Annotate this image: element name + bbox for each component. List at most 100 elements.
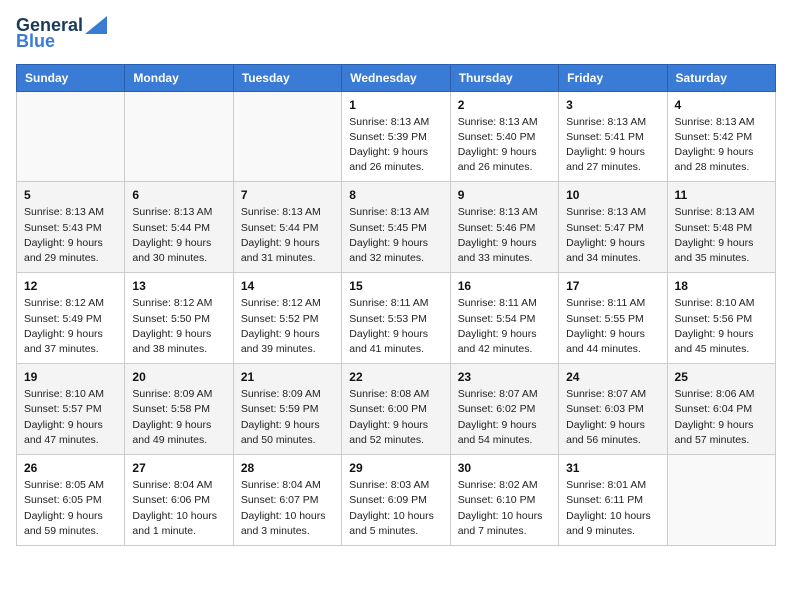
day-info: Sunrise: 8:13 AM Sunset: 5:40 PM Dayligh… <box>458 115 551 176</box>
day-number: 1 <box>349 98 442 112</box>
day-number: 9 <box>458 188 551 202</box>
day-number: 23 <box>458 370 551 384</box>
calendar-cell: 1Sunrise: 8:13 AM Sunset: 5:39 PM Daylig… <box>342 91 450 182</box>
day-info: Sunrise: 8:07 AM Sunset: 6:02 PM Dayligh… <box>458 387 551 448</box>
day-header-saturday: Saturday <box>667 64 775 91</box>
day-number: 18 <box>675 279 768 293</box>
day-number: 24 <box>566 370 659 384</box>
calendar-cell: 10 Sunrise: 8:13 AM Sunset: 5:47 PM Dayli… <box>559 182 667 273</box>
day-info: Sunrise: 8:13 AM Sunset: 5:42 PM Dayligh… <box>675 115 768 176</box>
day-number: 12 <box>24 279 117 293</box>
calendar-week-row: 12 Sunrise: 8:12 AM Sunset: 5:49 PM Dayli… <box>17 273 776 364</box>
day-header-tuesday: Tuesday <box>233 64 341 91</box>
day-info: Sunrise: 8:12 AM Sunset: 5:50 PM Dayligh… <box>132 296 225 357</box>
day-info: Sunrise: 8:13 AM Sunset: 5:47 PM Dayligh… <box>566 205 659 266</box>
calendar-cell <box>17 91 125 182</box>
calendar-cell: 22Sunrise: 8:08 AM Sunset: 6:00 PM Dayli… <box>342 364 450 455</box>
day-number: 14 <box>241 279 334 293</box>
day-number: 30 <box>458 461 551 475</box>
calendar-cell: 19Sunrise: 8:10 AM Sunset: 5:57 PM Dayli… <box>17 364 125 455</box>
calendar-cell: 25 Sunrise: 8:06 AM Sunset: 6:04 PM Dayli… <box>667 364 775 455</box>
day-info: Sunrise: 8:08 AM Sunset: 6:00 PM Dayligh… <box>349 387 442 448</box>
calendar-cell: 14 Sunrise: 8:12 AM Sunset: 5:52 PM Dayli… <box>233 273 341 364</box>
day-number: 26 <box>24 461 117 475</box>
calendar-cell: 17 Sunrise: 8:11 AM Sunset: 5:55 PM Dayli… <box>559 273 667 364</box>
day-number: 7 <box>241 188 334 202</box>
logo-text-blue: Blue <box>16 32 55 52</box>
day-info: Sunrise: 8:04 AM Sunset: 6:07 PM Dayligh… <box>241 478 334 539</box>
calendar-cell: 3 Sunrise: 8:13 AM Sunset: 5:41 PM Daylig… <box>559 91 667 182</box>
calendar-cell: 21 Sunrise: 8:09 AM Sunset: 5:59 PM Dayli… <box>233 364 341 455</box>
day-info: Sunrise: 8:09 AM Sunset: 5:59 PM Dayligh… <box>241 387 334 448</box>
day-info: Sunrise: 8:11 AM Sunset: 5:54 PM Dayligh… <box>458 296 551 357</box>
page-header: General Blue <box>16 16 776 52</box>
day-info: Sunrise: 8:12 AM Sunset: 5:52 PM Dayligh… <box>241 296 334 357</box>
calendar-cell: 13 Sunrise: 8:12 AM Sunset: 5:50 PM Dayli… <box>125 273 233 364</box>
day-number: 25 <box>675 370 768 384</box>
calendar-cell: 31 Sunrise: 8:01 AM Sunset: 6:11 PM Dayli… <box>559 455 667 546</box>
day-number: 28 <box>241 461 334 475</box>
calendar-week-row: 26 Sunrise: 8:05 AM Sunset: 6:05 PM Dayli… <box>17 455 776 546</box>
calendar-header-row: SundayMondayTuesdayWednesdayThursdayFrid… <box>17 64 776 91</box>
day-number: 5 <box>24 188 117 202</box>
day-header-friday: Friday <box>559 64 667 91</box>
calendar-cell: 15Sunrise: 8:11 AM Sunset: 5:53 PM Dayli… <box>342 273 450 364</box>
day-number: 16 <box>458 279 551 293</box>
day-number: 21 <box>241 370 334 384</box>
calendar-cell: 5 Sunrise: 8:13 AM Sunset: 5:43 PM Daylig… <box>17 182 125 273</box>
day-number: 4 <box>675 98 768 112</box>
day-header-wednesday: Wednesday <box>342 64 450 91</box>
calendar-week-row: 5 Sunrise: 8:13 AM Sunset: 5:43 PM Daylig… <box>17 182 776 273</box>
calendar-cell: 4 Sunrise: 8:13 AM Sunset: 5:42 PM Daylig… <box>667 91 775 182</box>
day-header-monday: Monday <box>125 64 233 91</box>
day-info: Sunrise: 8:03 AM Sunset: 6:09 PM Dayligh… <box>349 478 442 539</box>
calendar-cell: 8Sunrise: 8:13 AM Sunset: 5:45 PM Daylig… <box>342 182 450 273</box>
day-number: 10 <box>566 188 659 202</box>
calendar-cell: 2 Sunrise: 8:13 AM Sunset: 5:40 PM Daylig… <box>450 91 558 182</box>
calendar-cell <box>667 455 775 546</box>
calendar-cell: 26 Sunrise: 8:05 AM Sunset: 6:05 PM Dayli… <box>17 455 125 546</box>
day-number: 20 <box>132 370 225 384</box>
calendar-cell <box>125 91 233 182</box>
calendar-cell <box>233 91 341 182</box>
day-number: 17 <box>566 279 659 293</box>
calendar-week-row: 1Sunrise: 8:13 AM Sunset: 5:39 PM Daylig… <box>17 91 776 182</box>
day-number: 3 <box>566 98 659 112</box>
calendar-cell: 24Sunrise: 8:07 AM Sunset: 6:03 PM Dayli… <box>559 364 667 455</box>
day-info: Sunrise: 8:09 AM Sunset: 5:58 PM Dayligh… <box>132 387 225 448</box>
day-info: Sunrise: 8:04 AM Sunset: 6:06 PM Dayligh… <box>132 478 225 539</box>
day-header-sunday: Sunday <box>17 64 125 91</box>
day-number: 2 <box>458 98 551 112</box>
day-info: Sunrise: 8:12 AM Sunset: 5:49 PM Dayligh… <box>24 296 117 357</box>
calendar-cell: 11Sunrise: 8:13 AM Sunset: 5:48 PM Dayli… <box>667 182 775 273</box>
day-info: Sunrise: 8:13 AM Sunset: 5:44 PM Dayligh… <box>241 205 334 266</box>
day-info: Sunrise: 8:06 AM Sunset: 6:04 PM Dayligh… <box>675 387 768 448</box>
calendar-cell: 16 Sunrise: 8:11 AM Sunset: 5:54 PM Dayli… <box>450 273 558 364</box>
day-info: Sunrise: 8:02 AM Sunset: 6:10 PM Dayligh… <box>458 478 551 539</box>
day-number: 13 <box>132 279 225 293</box>
day-number: 11 <box>675 188 768 202</box>
day-info: Sunrise: 8:11 AM Sunset: 5:55 PM Dayligh… <box>566 296 659 357</box>
day-info: Sunrise: 8:01 AM Sunset: 6:11 PM Dayligh… <box>566 478 659 539</box>
day-info: Sunrise: 8:13 AM Sunset: 5:43 PM Dayligh… <box>24 205 117 266</box>
day-info: Sunrise: 8:05 AM Sunset: 6:05 PM Dayligh… <box>24 478 117 539</box>
calendar-cell: 7 Sunrise: 8:13 AM Sunset: 5:44 PM Daylig… <box>233 182 341 273</box>
calendar-cell: 9Sunrise: 8:13 AM Sunset: 5:46 PM Daylig… <box>450 182 558 273</box>
day-number: 31 <box>566 461 659 475</box>
calendar-cell: 30 Sunrise: 8:02 AM Sunset: 6:10 PM Dayli… <box>450 455 558 546</box>
day-info: Sunrise: 8:13 AM Sunset: 5:41 PM Dayligh… <box>566 115 659 176</box>
logo-bird-icon <box>85 12 107 34</box>
calendar-table: SundayMondayTuesdayWednesdayThursdayFrid… <box>16 64 776 546</box>
day-header-thursday: Thursday <box>450 64 558 91</box>
day-info: Sunrise: 8:10 AM Sunset: 5:57 PM Dayligh… <box>24 387 117 448</box>
calendar-cell: 29 Sunrise: 8:03 AM Sunset: 6:09 PM Dayli… <box>342 455 450 546</box>
calendar-cell: 18 Sunrise: 8:10 AM Sunset: 5:56 PM Dayli… <box>667 273 775 364</box>
calendar-cell: 28 Sunrise: 8:04 AM Sunset: 6:07 PM Dayli… <box>233 455 341 546</box>
calendar-cell: 27 Sunrise: 8:04 AM Sunset: 6:06 PM Dayli… <box>125 455 233 546</box>
day-info: Sunrise: 8:13 AM Sunset: 5:44 PM Dayligh… <box>132 205 225 266</box>
day-number: 29 <box>349 461 442 475</box>
logo: General Blue <box>16 16 107 52</box>
day-number: 8 <box>349 188 442 202</box>
day-number: 27 <box>132 461 225 475</box>
day-info: Sunrise: 8:10 AM Sunset: 5:56 PM Dayligh… <box>675 296 768 357</box>
